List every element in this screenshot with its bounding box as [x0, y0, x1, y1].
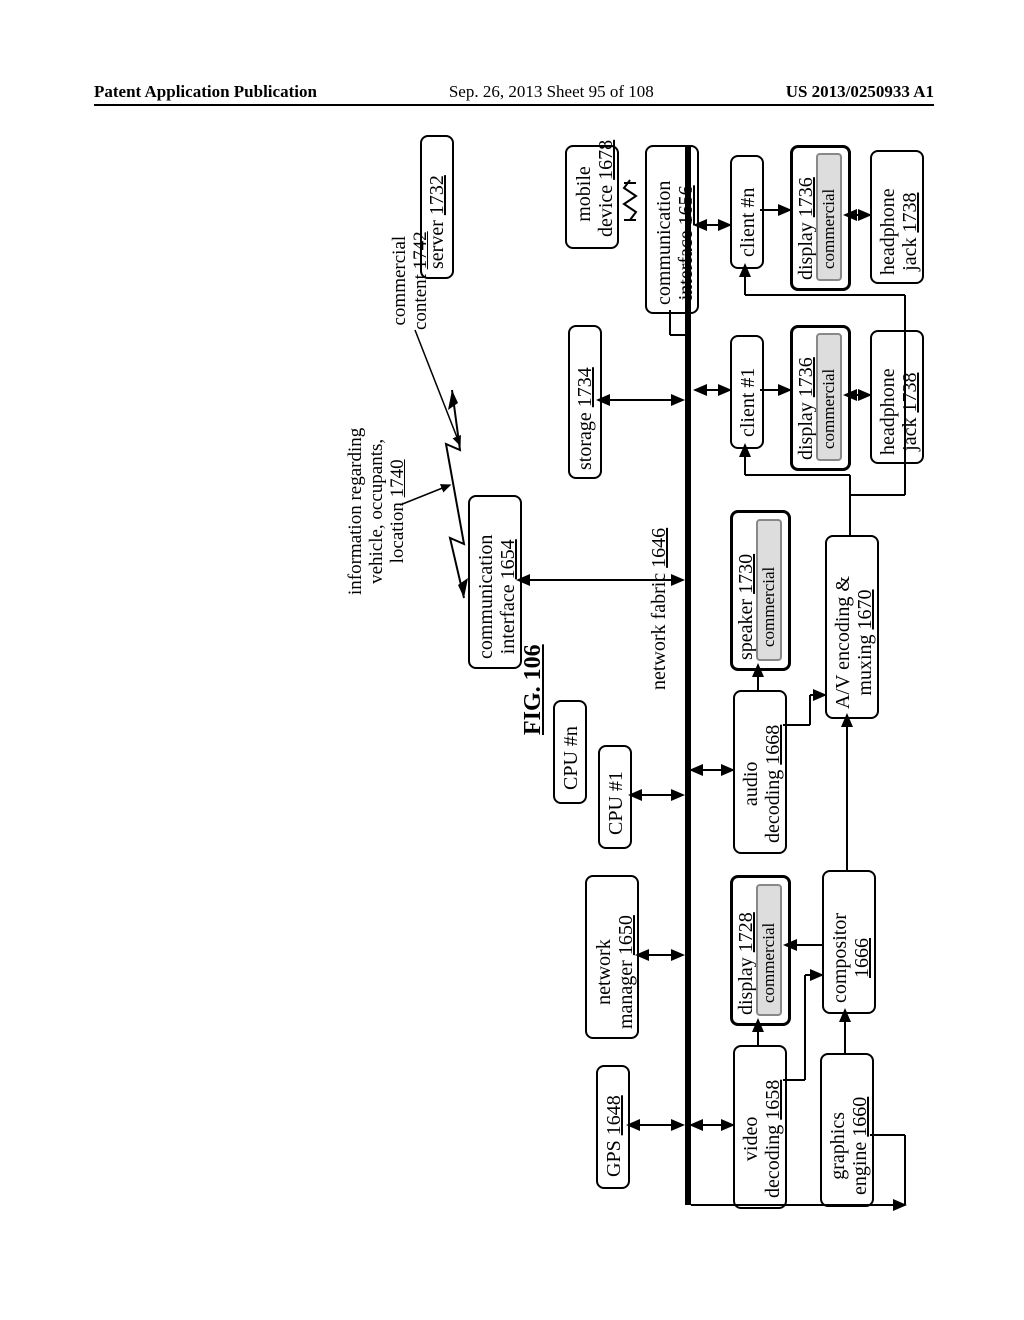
network-manager-label: network manager 1650	[593, 915, 637, 1029]
figure-label: FIG. 106	[520, 644, 547, 735]
storage-label: storage 1734	[574, 367, 596, 470]
headphone-1-label: headphone jack 1738	[877, 368, 921, 455]
connectors	[90, 135, 940, 1215]
headphone-n-label: headphone jack 1738	[877, 188, 921, 275]
cpu-n-label: CPU #n	[560, 726, 582, 790]
display-n-label: display 1736	[795, 177, 817, 280]
av-encoding-label: A/V encoding & muxing 1670	[832, 576, 876, 709]
mobile-device-label: mobile device 1678	[573, 151, 617, 237]
comm-interface-1654-label: communication interface 1654	[475, 535, 519, 659]
speaker-label: speaker 1730	[735, 554, 757, 660]
display-1-commercial-label: commercial	[820, 369, 839, 449]
compositor-label: compositor 1666	[829, 913, 873, 1003]
commercial-content-label: commercial content 1742	[390, 231, 432, 330]
header-publication: Patent Application Publication	[94, 82, 317, 102]
comm-interface-1656-label: communication interface 1656	[653, 181, 697, 305]
video-decoding-label: video decoding 1658	[740, 1080, 784, 1198]
gps-label: GPS 1648	[603, 1095, 625, 1177]
page: Patent Application Publication Sep. 26, …	[0, 0, 1024, 1320]
speaker-commercial-label: commercial	[760, 567, 779, 647]
cpu-1-label: CPU #1	[605, 771, 627, 835]
display-1728-commercial-label: commercial	[760, 923, 779, 1003]
network-fabric-label: network fabric 1646	[648, 528, 670, 690]
figure-area: server 1732 information regarding vehicl…	[90, 135, 940, 1215]
header-sheet: Sep. 26, 2013 Sheet 95 of 108	[449, 82, 654, 102]
display-1-label: display 1736	[795, 357, 817, 460]
display-n-commercial-label: commercial	[820, 189, 839, 269]
graphics-engine-label: graphics engine 1660	[827, 1097, 871, 1195]
display-1728-label: display 1728	[735, 912, 757, 1015]
header-pubnum: US 2013/0250933 A1	[786, 82, 934, 102]
audio-decoding-label: audio decoding 1668	[740, 725, 784, 843]
info-label: information regarding vehicle, occupants…	[346, 428, 409, 595]
client-n-label: client #n	[737, 188, 759, 257]
page-header: Patent Application Publication Sep. 26, …	[94, 82, 934, 106]
client-1-label: client #1	[737, 368, 759, 437]
